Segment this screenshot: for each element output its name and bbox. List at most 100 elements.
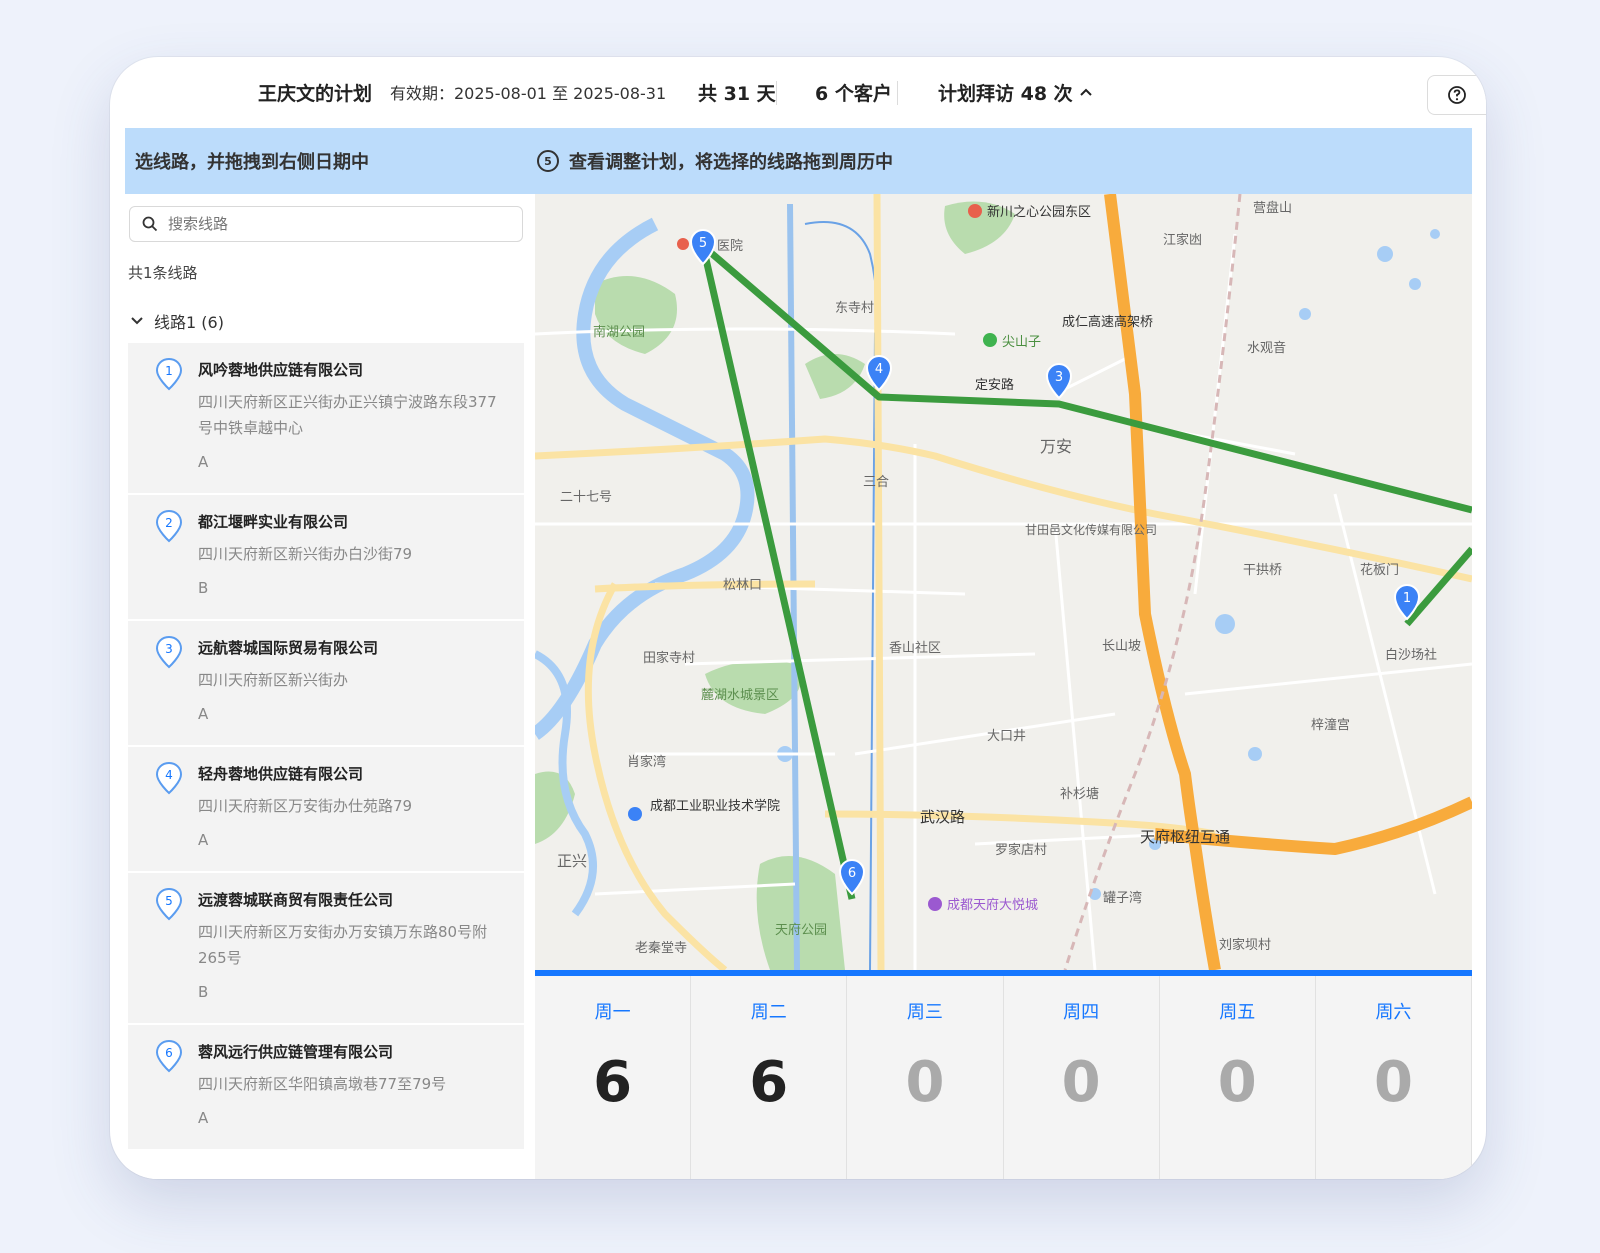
calendar-day-sat[interactable]: 周六 0 xyxy=(1316,976,1473,1179)
customer-item[interactable]: 3 远航蓉城国际贸易有限公司 四川天府新区新兴街办 A xyxy=(128,621,524,747)
svg-text:4: 4 xyxy=(875,362,883,377)
park-area xyxy=(756,856,845,970)
route-map[interactable]: 5 4 3 1 6 新川之心公园东区 营盘山 江家凼 医院 南湖公园 东寺村 尖… xyxy=(535,194,1472,970)
map-label: 新川之心公园东区 xyxy=(987,204,1091,220)
pin-number: 6 xyxy=(165,1046,173,1060)
validity-period: 有效期：2025-08-01 至 2025-08-31 xyxy=(390,84,667,103)
route-name: 线路1 (6) xyxy=(154,313,224,332)
map-marker-4[interactable]: 4 xyxy=(865,355,893,392)
customer-name: 远渡蓉城联商贸有限责任公司 xyxy=(198,891,394,909)
customer-item[interactable]: 2 都江堰畔实业有限公司 四川天府新区新兴街办白沙街79 B xyxy=(128,495,524,621)
customer-grade: A xyxy=(198,705,209,723)
park-area xyxy=(595,276,677,354)
step4-text: 选线路，并拖拽到右侧日期中 xyxy=(135,152,369,173)
map-label: 刘家坝村 xyxy=(1219,937,1271,953)
customer-grade: A xyxy=(198,453,209,471)
shopping-icon xyxy=(928,897,942,911)
guide-banner: 选线路，并拖拽到右侧日期中 5 查看调整计划，将选择的线路拖到周历中 xyxy=(125,128,1472,194)
customer-address: 四川天府新区万安街办万安镇万东路80号附265号 xyxy=(198,923,488,967)
map-label: 补杉塘 xyxy=(1060,786,1099,802)
map-label: 天府公园 xyxy=(775,923,827,938)
customer-address: 四川天府新区万安街办仕苑路79 xyxy=(198,797,413,815)
search-icon xyxy=(142,216,158,232)
map-label: 肖家湾 xyxy=(627,754,666,770)
route-sidebar: 共1条线路 线路1 (6) 1 风吟蓉地供应链有限公司 四川天府新区正兴街办正兴… xyxy=(125,194,525,1179)
customer-name: 风吟蓉地供应链有限公司 xyxy=(198,361,364,379)
step5-number-icon: 5 xyxy=(537,150,559,172)
svg-text:5: 5 xyxy=(699,236,707,251)
map-label: 三合 xyxy=(863,475,889,490)
customer-item[interactable]: 5 远渡蓉城联商贸有限责任公司 四川天府新区万安街办万安镇万东路80号附265号… xyxy=(128,873,524,1025)
map-label: 花板门 xyxy=(1360,562,1399,578)
route-group-header[interactable]: 线路1 (6) xyxy=(130,309,224,333)
day-visit-count: 6 xyxy=(593,1050,633,1115)
step5-text: 查看调整计划，将选择的线路拖到周历中 xyxy=(569,152,893,173)
map-label: 东寺村 xyxy=(835,301,874,316)
day-visit-count: 0 xyxy=(1217,1050,1257,1115)
customer-grade: A xyxy=(198,831,209,849)
map-pin-icon: 3 xyxy=(155,635,183,669)
map-marker-6[interactable]: 6 xyxy=(838,859,866,896)
day-visit-count: 0 xyxy=(1373,1050,1413,1115)
day-label: 周四 xyxy=(1063,1002,1100,1023)
map-label: 水观音 xyxy=(1247,340,1286,356)
day-label: 周五 xyxy=(1219,1002,1256,1023)
map-marker-3[interactable]: 3 xyxy=(1045,363,1073,400)
planned-visits-toggle[interactable]: 计划拜访 48 次 xyxy=(938,79,1093,106)
customer-address: 四川天府新区新兴街办 xyxy=(198,671,349,689)
map-label: 营盘山 xyxy=(1253,200,1292,216)
customer-address: 四川天府新区华阳镇高墩巷77至79号 xyxy=(198,1075,447,1093)
map-label: 成仁高速高架桥 xyxy=(1062,314,1153,330)
map-label: 武汉路 xyxy=(920,808,965,826)
search-input[interactable] xyxy=(166,214,470,234)
question-circle-icon xyxy=(1448,86,1466,104)
map-pin-icon: 2 xyxy=(155,509,183,543)
route-search[interactable] xyxy=(129,206,523,242)
map-canvas: 5 4 3 1 6 新川之心公园东区 营盘山 江家凼 医院 南湖公园 东寺村 尖… xyxy=(535,194,1472,970)
map-label: 二十七号 xyxy=(560,490,612,505)
svg-text:6: 6 xyxy=(848,866,856,881)
customer-name: 都江堰畔实业有限公司 xyxy=(198,513,349,531)
highway xyxy=(1104,194,1221,970)
map-label: 大口井 xyxy=(987,729,1026,744)
svg-text:1: 1 xyxy=(1403,591,1411,606)
map-marker-5[interactable]: 5 xyxy=(689,229,717,266)
svg-text:3: 3 xyxy=(1055,370,1063,385)
map-label: 万安 xyxy=(1040,437,1072,456)
map-label: 正兴 xyxy=(557,852,587,870)
customer-item[interactable]: 4 轻舟蓉地供应链有限公司 四川天府新区万安街办仕苑路79 A xyxy=(128,747,524,873)
calendar-day-mon[interactable]: 周一 6 xyxy=(535,976,692,1179)
map-label: 甘田邑文化传媒有限公司 xyxy=(1025,522,1157,537)
railway xyxy=(1063,194,1242,970)
customer-name: 远航蓉城国际贸易有限公司 xyxy=(198,639,379,657)
map-label: 长山坡 xyxy=(1102,639,1141,654)
calendar-day-wed[interactable]: 周三 0 xyxy=(847,976,1004,1179)
map-label: 罗家店村 xyxy=(995,842,1047,858)
customer-grade: A xyxy=(198,1109,209,1127)
map-pin-icon: 1 xyxy=(155,357,183,391)
divider xyxy=(897,81,898,105)
map-label: 松林口 xyxy=(723,578,762,593)
calendar-day-fri[interactable]: 周五 0 xyxy=(1160,976,1316,1179)
map-label: 田家寺村 xyxy=(643,650,695,666)
customer-item[interactable]: 1 风吟蓉地供应链有限公司 四川天府新区正兴街办正兴镇宁波路东段377号中铁卓越… xyxy=(128,343,524,495)
customer-address: 四川天府新区正兴街办正兴镇宁波路东段377号中铁卓越中心 xyxy=(198,393,497,437)
calendar-day-thu[interactable]: 周四 0 xyxy=(1004,976,1160,1179)
pin-number: 1 xyxy=(165,364,173,378)
total-days: 共 31 天 xyxy=(698,82,776,105)
map-label: 定安路 xyxy=(975,377,1014,393)
calendar-day-tue[interactable]: 周二 6 xyxy=(691,976,848,1179)
day-visit-count: 6 xyxy=(749,1050,789,1115)
customer-count: 6 个客户 xyxy=(815,82,892,105)
route-line xyxy=(1404,546,1472,627)
app-window: 王庆文的计划 有效期：2025-08-01 至 2025-08-31 共 31 … xyxy=(110,57,1486,1179)
map-label: 白沙场社 xyxy=(1385,647,1437,663)
step5: 5 查看调整计划，将选择的线路拖到周历中 xyxy=(537,148,893,174)
pin-number: 3 xyxy=(165,642,173,656)
help-button[interactable] xyxy=(1427,75,1486,115)
map-label: 尖山子 xyxy=(1002,335,1041,350)
map-pin-icon: 6 xyxy=(155,1039,183,1073)
hospital-icon xyxy=(677,238,689,250)
customer-item[interactable]: 6 蓉风远行供应链管理有限公司 四川天府新区华阳镇高墩巷77至79号 A xyxy=(128,1025,524,1151)
map-pin-icon: 5 xyxy=(155,887,183,921)
